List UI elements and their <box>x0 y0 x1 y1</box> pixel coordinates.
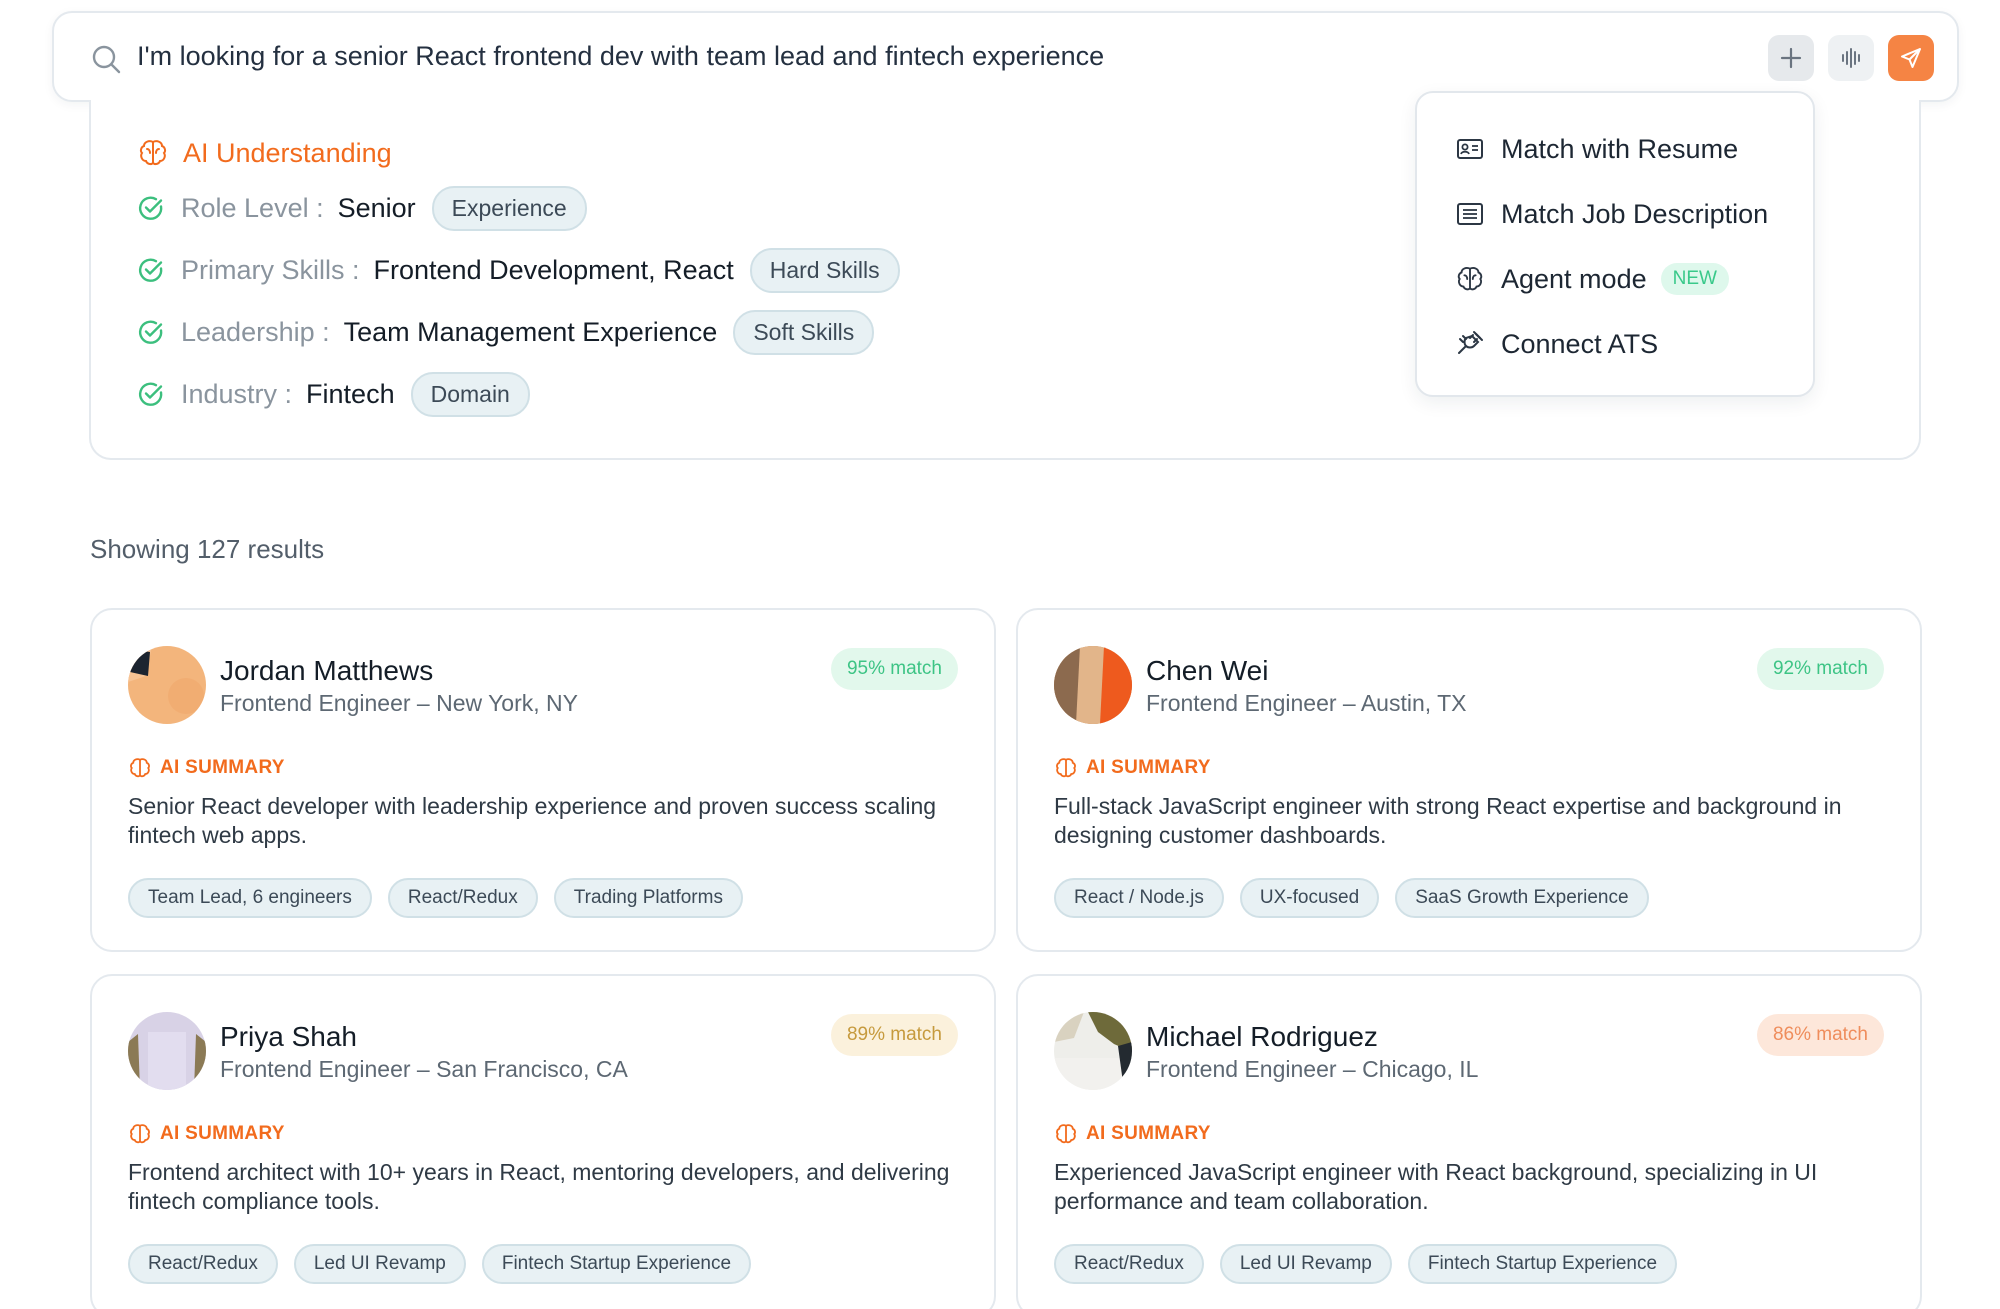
criterion-value: Team Management Experience <box>343 316 718 347</box>
ai-summary-text: Senior React developer with leadership e… <box>128 793 937 848</box>
ai-summary-text: Full-stack JavaScript engineer with stro… <box>1054 793 1842 848</box>
criterion-label: Industry : <box>181 378 293 409</box>
brain-icon <box>1056 758 1076 778</box>
check-circle-icon <box>139 258 163 282</box>
criterion-primary-skills: Primary Skills : Frontend Development, R… <box>137 247 900 293</box>
ai-summary-label: AI SUMMARY <box>160 757 285 778</box>
send-button[interactable] <box>1888 35 1934 81</box>
ai-summary-label: AI SUMMARY <box>1086 757 1211 778</box>
brain-icon <box>139 140 167 166</box>
id-card-icon <box>1457 139 1483 159</box>
ai-summary-label: AI SUMMARY <box>1086 1123 1211 1144</box>
skill-tag: Team Lead, 6 engineers <box>128 878 372 918</box>
skill-tag: Led UI Revamp <box>1219 1244 1392 1284</box>
criterion-value: Frontend Development, React <box>373 254 734 285</box>
candidate-role: Frontend Engineer – Austin, TX <box>1146 690 1467 716</box>
send-icon <box>1901 48 1921 68</box>
criterion-label: Primary Skills : <box>181 254 360 285</box>
skill-tag: React / Node.js <box>1054 878 1224 918</box>
menu-item-label: Match with Resume <box>1501 133 1739 164</box>
ai-summary-header: AI SUMMARY <box>1054 756 1211 780</box>
menu-item-match-job-description[interactable]: Match Job Description <box>1455 194 1768 234</box>
avatar <box>128 646 206 724</box>
match-badge: 92% match <box>1756 648 1884 690</box>
brain-icon <box>1056 1124 1076 1144</box>
check-circle-icon <box>139 320 163 344</box>
add-button[interactable] <box>1768 35 1814 81</box>
candidate-role: Frontend Engineer – Chicago, IL <box>1146 1056 1479 1082</box>
skill-tag: Fintech Startup Experience <box>1407 1244 1678 1284</box>
brain-icon <box>130 1124 150 1144</box>
candidate-card-priya-shah[interactable]: Priya Shah Frontend Engineer – San Franc… <box>90 974 996 1309</box>
avatar <box>1054 646 1132 724</box>
candidate-role: Frontend Engineer – New York, NY <box>220 690 578 716</box>
menu-item-label: Agent mode <box>1501 263 1647 294</box>
ai-summary-header: AI SUMMARY <box>128 756 285 780</box>
criterion-label: Role Level : <box>181 192 324 223</box>
ai-summary-text: Experienced JavaScript engineer with Rea… <box>1054 1159 1818 1214</box>
menu-item-match-resume[interactable]: Match with Resume <box>1455 129 1738 169</box>
search-icon <box>90 43 122 75</box>
criterion-value: Fintech <box>306 378 395 409</box>
new-badge: NEW <box>1660 263 1729 295</box>
candidate-card-chen-wei[interactable]: Chen Wei Frontend Engineer – Austin, TX … <box>1016 608 1922 952</box>
brain-icon <box>1457 267 1483 291</box>
skill-tag: Led UI Revamp <box>293 1244 466 1284</box>
criterion-role-level: Role Level : Senior Experience <box>137 185 587 231</box>
ai-summary-header: AI SUMMARY <box>1054 1122 1211 1146</box>
avatar <box>1054 1012 1132 1090</box>
skill-tag: React/Redux <box>1054 1244 1204 1284</box>
match-badge: 89% match <box>830 1014 958 1056</box>
candidate-card-michael-rodriguez[interactable]: Michael Rodriguez Frontend Engineer – Ch… <box>1016 974 1922 1309</box>
menu-item-agent-mode[interactable]: Agent mode NEW <box>1455 259 1729 299</box>
check-circle-icon <box>139 196 163 220</box>
candidate-card-jordan-matthews[interactable]: Jordan Matthews Frontend Engineer – New … <box>90 608 996 952</box>
skill-tag: Trading Platforms <box>553 878 743 918</box>
skill-tag: React/Redux <box>387 878 538 918</box>
candidate-name: Michael Rodriguez <box>1146 1021 1378 1052</box>
options-dropdown-menu: Match with Resume Match Job Description … <box>1415 91 1815 397</box>
match-badge: 86% match <box>1756 1014 1884 1056</box>
voice-button[interactable] <box>1828 35 1874 81</box>
document-lines-icon <box>1457 203 1483 225</box>
ai-summary-text: Frontend architect with 10+ years in Rea… <box>128 1159 950 1214</box>
criterion-industry: Industry : Fintech Domain <box>137 371 530 417</box>
skill-tags: React / Node.js UX-focused SaaS Growth E… <box>1054 878 1649 918</box>
skill-tags: Team Lead, 6 engineers React/Redux Tradi… <box>128 878 743 918</box>
skill-tags: React/Redux Led UI Revamp Fintech Startu… <box>1054 1244 1678 1284</box>
criterion-tag: Domain <box>410 371 530 417</box>
plug-icon <box>1458 331 1483 354</box>
ai-understanding-header: AI Understanding <box>137 136 392 170</box>
ai-understanding-title: AI Understanding <box>183 137 392 168</box>
candidate-role: Frontend Engineer – San Francisco, CA <box>220 1056 628 1082</box>
waveform-icon <box>1842 48 1860 68</box>
ai-summary-label: AI SUMMARY <box>160 1123 285 1144</box>
avatar <box>128 1012 206 1090</box>
criterion-tag: Soft Skills <box>733 309 875 355</box>
search-input[interactable]: I'm looking for a senior React frontend … <box>137 41 1104 72</box>
candidate-name: Priya Shah <box>220 1021 357 1052</box>
criterion-tag: Hard Skills <box>749 247 900 293</box>
check-circle-icon <box>139 382 163 406</box>
plus-icon <box>1780 47 1802 69</box>
skill-tag: UX-focused <box>1239 878 1380 918</box>
results-count: Showing 127 results <box>90 534 325 564</box>
skill-tag: React/Redux <box>128 1244 278 1284</box>
criterion-label: Leadership : <box>181 316 330 347</box>
menu-item-connect-ats[interactable]: Connect ATS <box>1455 324 1658 364</box>
candidate-name: Jordan Matthews <box>220 655 434 686</box>
criterion-leadership: Leadership : Team Management Experience … <box>137 309 875 355</box>
criterion-tag: Experience <box>431 185 587 231</box>
menu-item-label: Match Job Description <box>1501 198 1769 229</box>
skill-tag: Fintech Startup Experience <box>481 1244 752 1284</box>
search-bar[interactable]: I'm looking for a senior React frontend … <box>52 11 1959 102</box>
skill-tag: SaaS Growth Experience <box>1395 878 1649 918</box>
candidate-name: Chen Wei <box>1146 655 1269 686</box>
ai-summary-header: AI SUMMARY <box>128 1122 285 1146</box>
brain-icon <box>130 758 150 778</box>
match-badge: 95% match <box>830 648 958 690</box>
criterion-value: Senior <box>337 192 416 223</box>
menu-item-label: Connect ATS <box>1501 328 1659 359</box>
skill-tags: React/Redux Led UI Revamp Fintech Startu… <box>128 1244 752 1284</box>
